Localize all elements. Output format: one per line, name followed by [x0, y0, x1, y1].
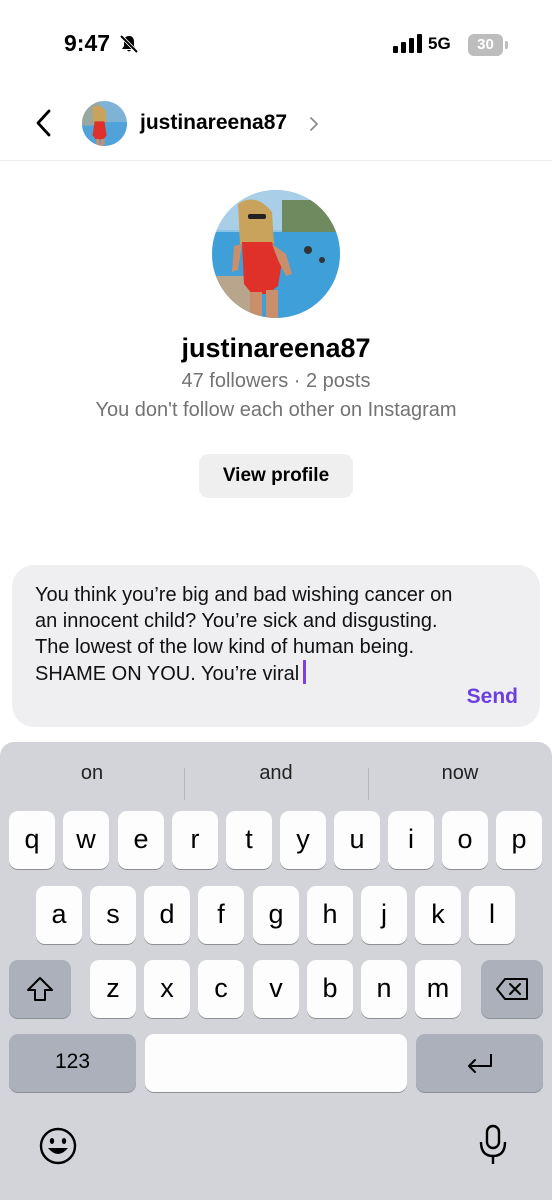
key[interactable]: s	[90, 886, 136, 944]
backspace-key[interactable]	[481, 960, 543, 1018]
message-composer[interactable]: You think you’re big and bad wishing can…	[12, 565, 540, 727]
suggestion-item[interactable]: on	[32, 762, 152, 785]
key[interactable]: i	[388, 811, 434, 869]
text-caret	[303, 660, 307, 684]
network-type: 5G	[428, 34, 451, 53]
follow-status-note: You don't follow each other on Instagram	[95, 399, 457, 421]
key[interactable]: y	[280, 811, 326, 869]
key[interactable]: l	[469, 886, 515, 944]
key[interactable]: t	[226, 811, 272, 869]
bell-slash-icon	[119, 34, 139, 54]
key[interactable]: c	[198, 960, 244, 1018]
back-arrow-icon[interactable]	[30, 107, 58, 139]
status-time: 9:47	[64, 30, 111, 56]
chat-header: justinareena87	[0, 95, 552, 161]
cellular-signal-icon	[393, 34, 422, 53]
battery-level: 30	[468, 34, 503, 56]
chevron-right-icon[interactable]	[308, 115, 320, 133]
suggestion-bar: on and now	[0, 752, 552, 800]
profile-username: justinareena87	[181, 333, 371, 363]
message-text: You think you’re big and bad wishing can…	[35, 584, 453, 685]
key[interactable]: d	[144, 886, 190, 944]
key[interactable]: w	[63, 811, 109, 869]
suggestion-item[interactable]: now	[400, 762, 520, 785]
shift-key[interactable]	[9, 960, 71, 1018]
key[interactable]: v	[253, 960, 299, 1018]
send-button[interactable]: Send	[467, 685, 518, 709]
key[interactable]: e	[118, 811, 164, 869]
suggestion-item[interactable]: and	[216, 762, 336, 785]
emoji-icon[interactable]	[38, 1126, 78, 1166]
microphone-icon[interactable]	[478, 1124, 508, 1166]
key[interactable]: x	[144, 960, 190, 1018]
key[interactable]: m	[415, 960, 461, 1018]
key[interactable]: q	[9, 811, 55, 869]
status-bar: 9:47 5G 30	[0, 0, 552, 90]
keyboard: on and now q w e r t y u i o p a s d f g…	[0, 742, 552, 1200]
battery-icon: 30	[468, 34, 508, 56]
profile-stats: 47 followers · 2 posts	[181, 370, 371, 392]
message-input[interactable]: You think you’re big and bad wishing can…	[35, 582, 455, 687]
key[interactable]: b	[307, 960, 353, 1018]
header-avatar[interactable]	[82, 101, 127, 146]
key[interactable]: u	[334, 811, 380, 869]
key[interactable]: o	[442, 811, 488, 869]
shift-icon	[27, 977, 53, 1001]
key[interactable]: n	[361, 960, 407, 1018]
key[interactable]: j	[361, 886, 407, 944]
key[interactable]: p	[496, 811, 542, 869]
header-username[interactable]: justinareena87	[140, 111, 287, 135]
key[interactable]: z	[90, 960, 136, 1018]
return-icon	[467, 1054, 492, 1073]
space-key[interactable]	[145, 1034, 407, 1092]
profile-avatar[interactable]	[212, 190, 340, 318]
key[interactable]: k	[415, 886, 461, 944]
backspace-icon	[496, 978, 528, 1000]
key[interactable]: h	[307, 886, 353, 944]
view-profile-button[interactable]: View profile	[199, 454, 353, 498]
key[interactable]: a	[36, 886, 82, 944]
numbers-key[interactable]: 123	[9, 1034, 136, 1092]
key[interactable]: r	[172, 811, 218, 869]
key[interactable]: f	[198, 886, 244, 944]
key[interactable]: g	[253, 886, 299, 944]
return-key[interactable]	[416, 1034, 543, 1092]
